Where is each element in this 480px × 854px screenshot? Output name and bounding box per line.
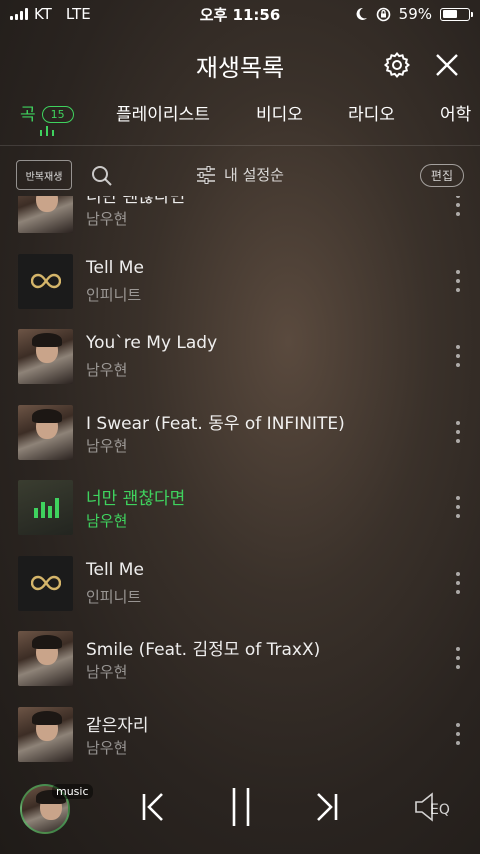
- now-playing-eq-icon: [34, 496, 59, 518]
- sort-button[interactable]: 내 설정순: [196, 164, 284, 185]
- pause-button[interactable]: [226, 786, 256, 832]
- status-left: KT LTE: [10, 5, 91, 23]
- toolbar: 반복재생 내 설정순 편집: [0, 158, 480, 194]
- tab-radio-label: 라디오: [348, 105, 395, 125]
- moon-icon: [356, 7, 367, 20]
- more-options-button[interactable]: [454, 571, 462, 594]
- song-artist: 남우현: [86, 738, 128, 757]
- song-artist: 남우현: [86, 210, 128, 228]
- search-icon: [92, 166, 112, 186]
- song-row[interactable]: 너만 괜찮다면남우현: [0, 196, 480, 244]
- song-row[interactable]: You`re My Lady 남우현: [0, 319, 480, 395]
- tab-video-label: 비디오: [256, 105, 303, 125]
- tab-language[interactable]: 어학: [440, 100, 471, 125]
- tab-playlist-label: 플레이리스트: [116, 105, 210, 125]
- tab-songs[interactable]: 곡 15: [20, 100, 74, 125]
- song-row[interactable]: Tell Me 인피니트: [0, 546, 480, 622]
- header: 재생목록: [0, 40, 480, 88]
- album-thumbnail: [18, 196, 73, 233]
- tab-bar: 곡 15 플레이리스트 비디오 라디오 어학: [0, 96, 480, 146]
- song-title: Tell Me: [86, 257, 144, 278]
- more-options-button[interactable]: [454, 647, 462, 669]
- eq-button[interactable]: EQ: [414, 792, 450, 822]
- infinite-logo-icon: [30, 575, 61, 591]
- album-thumbnail: [18, 253, 73, 309]
- previous-button[interactable]: [138, 790, 168, 828]
- more-options-button[interactable]: [454, 420, 462, 443]
- signal-icon: [10, 8, 28, 20]
- repeat-label: 반복재생: [25, 171, 63, 183]
- pause-icon: [232, 788, 250, 826]
- carrier-label: KT: [34, 5, 52, 23]
- rotation-lock-icon: [376, 7, 390, 21]
- song-title: Smile (Feat. 김정모 of TraxX): [86, 640, 321, 660]
- song-row[interactable]: Smile (Feat. 김정모 of TraxX) 남우현: [0, 621, 480, 697]
- song-artist: 남우현: [86, 663, 128, 681]
- music-badge: music: [52, 784, 93, 799]
- next-button[interactable]: [312, 790, 342, 828]
- more-options-button[interactable]: [454, 269, 462, 292]
- song-title: I Swear (Feat. 동우 of INFINITE): [86, 413, 345, 434]
- edit-button[interactable]: 편집: [419, 164, 464, 187]
- song-artist: 남우현: [86, 512, 128, 530]
- song-row[interactable]: I Swear (Feat. 동우 of INFINITE) 남우현: [0, 395, 480, 471]
- song-list-inner: 너만 괜찮다면 남우현 Tell Me 인피니트 You`re My Lady 남우현 I …: [0, 196, 480, 762]
- song-row[interactable]: 같은자리남우현: [0, 697, 480, 763]
- eq-label: EQ: [430, 802, 450, 818]
- song-list[interactable]: 너만 괜찮다면 남우현 Tell Me 인피니트 You`re My Lady 남우현 I …: [0, 196, 480, 762]
- status-right: 59%: [354, 5, 473, 23]
- sort-label: 내 설정순: [224, 166, 284, 184]
- song-artist: 인피니트: [86, 587, 142, 606]
- tab-video[interactable]: 비디오: [256, 100, 303, 125]
- song-artist: 남우현: [86, 436, 128, 455]
- tab-playlist[interactable]: 플레이리스트: [116, 100, 210, 125]
- song-title: 너만 괜찮다면: [86, 489, 186, 509]
- next-icon: [317, 793, 338, 821]
- more-options-button[interactable]: [454, 196, 462, 216]
- tab-language-label: 어학: [440, 105, 472, 125]
- close-button[interactable]: [432, 50, 462, 80]
- battery-icon: [440, 7, 473, 21]
- song-artist: 남우현: [86, 361, 128, 379]
- previous-icon: [142, 793, 163, 821]
- more-options-button[interactable]: [454, 722, 462, 745]
- close-icon: [436, 54, 458, 76]
- tab-songs-label: 곡: [20, 105, 36, 125]
- more-options-button[interactable]: [454, 345, 462, 367]
- repeat-button[interactable]: 반복재생: [16, 160, 72, 190]
- song-title: You`re My Lady: [86, 333, 218, 353]
- battery-percent: 59%: [398, 5, 432, 23]
- edit-label: 편집: [430, 169, 453, 183]
- search-button[interactable]: [90, 164, 114, 188]
- player-bar: music EQ: [0, 762, 480, 854]
- song-title: 너만 괜찮다면: [86, 196, 186, 207]
- album-thumbnail: [18, 555, 73, 611]
- more-options-button[interactable]: [454, 496, 462, 518]
- battery-fill: [442, 10, 458, 18]
- gear-icon: [383, 51, 411, 79]
- active-tab-indicator: [40, 126, 54, 136]
- song-title: Tell Me: [86, 559, 144, 580]
- song-count-badge: 15: [41, 106, 74, 123]
- tab-radio[interactable]: 라디오: [348, 100, 395, 125]
- infinite-logo-icon: [30, 273, 61, 289]
- song-title: 같은자리: [86, 715, 149, 736]
- album-thumbnail: [18, 480, 73, 535]
- song-row[interactable]: Tell Me 인피니트: [0, 244, 480, 320]
- album-thumbnail: [18, 631, 73, 686]
- song-artist: 인피니트: [86, 285, 142, 304]
- network-label: LTE: [65, 5, 91, 23]
- status-bar: KT LTE 오후 11:56 59%: [0, 0, 480, 28]
- album-thumbnail: [18, 329, 73, 384]
- album-thumbnail: [18, 404, 73, 460]
- album-thumbnail: [18, 706, 73, 762]
- sliders-icon: [197, 165, 215, 184]
- settings-button[interactable]: [382, 50, 412, 80]
- song-row[interactable]: 너만 괜찮다면남우현: [0, 470, 480, 546]
